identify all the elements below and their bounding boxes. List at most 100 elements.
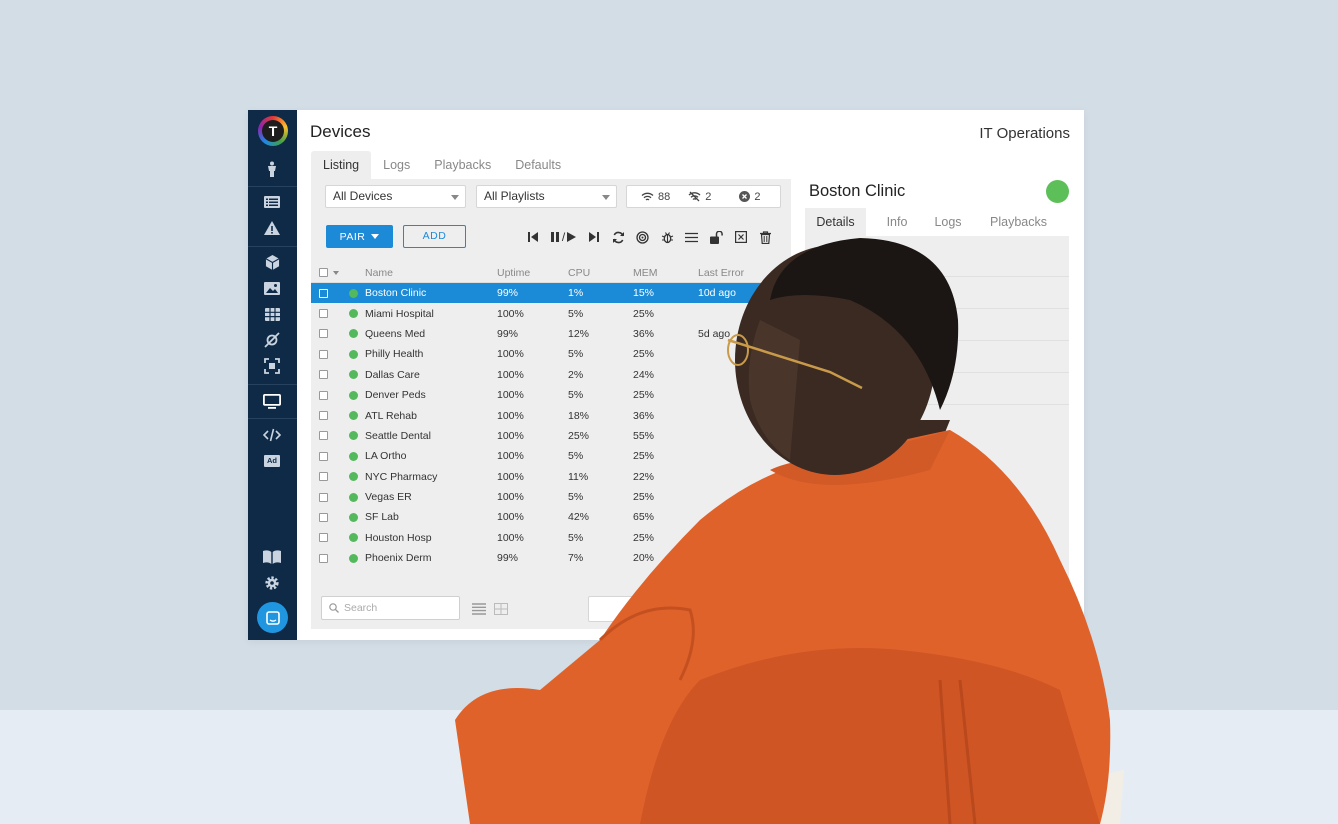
chevron-down-icon[interactable]: [333, 270, 339, 275]
playlists-filter-select[interactable]: All Playlists: [476, 185, 617, 208]
app-logo[interactable]: T: [258, 116, 288, 146]
device-name-cell[interactable]: Dallas Care: [349, 369, 497, 381]
device-name-cell[interactable]: NYC Pharmacy: [349, 471, 497, 483]
table-row[interactable]: Boston Clinic 99% 1% 15% 10d ago: [311, 283, 791, 304]
row-checkbox-cell[interactable]: [311, 533, 349, 543]
close-box-icon[interactable]: [729, 228, 754, 246]
ad-icon[interactable]: Ad: [260, 451, 284, 471]
row-checkbox[interactable]: [319, 309, 328, 319]
row-checkbox-cell[interactable]: [311, 309, 349, 319]
row-checkbox-cell[interactable]: [311, 451, 349, 461]
code-icon[interactable]: [260, 425, 284, 445]
person-icon[interactable]: [260, 159, 284, 179]
device-name-cell[interactable]: Houston Hosp: [349, 532, 497, 544]
tab-detail-logs[interactable]: Logs: [928, 208, 968, 236]
add-button[interactable]: ADD: [403, 225, 466, 248]
tab-listing[interactable]: Listing: [311, 151, 372, 179]
table-row[interactable]: Queens Med 99% 12% 36% 5d ago: [311, 324, 791, 344]
book-icon[interactable]: [260, 547, 284, 567]
device-name-cell[interactable]: Denver Peds: [349, 389, 497, 401]
device-name-cell[interactable]: Vegas ER: [349, 491, 497, 503]
skip-back-icon[interactable]: [521, 228, 546, 246]
row-checkbox[interactable]: [319, 390, 328, 400]
row-checkbox[interactable]: [319, 288, 328, 298]
table-row[interactable]: Houston Hosp 100% 5% 25%: [311, 528, 791, 548]
row-checkbox[interactable]: [319, 370, 328, 380]
target-icon[interactable]: [631, 228, 656, 246]
row-checkbox-cell[interactable]: [311, 512, 349, 522]
row-checkbox[interactable]: [319, 451, 328, 461]
row-checkbox-cell[interactable]: [311, 492, 349, 502]
table-row[interactable]: Miami Hospital 100% 5% 25%: [311, 303, 791, 323]
header-uptime[interactable]: Uptime: [497, 267, 568, 279]
offline-stat[interactable]: 2: [688, 191, 711, 203]
error-stat[interactable]: 2: [739, 191, 761, 203]
row-checkbox-cell[interactable]: [311, 553, 349, 563]
table-row[interactable]: Philly Health 100% 5% 25%: [311, 344, 791, 364]
table-row[interactable]: Denver Peds 100% 5% 25%: [311, 385, 791, 405]
device-name-cell[interactable]: SF Lab: [349, 511, 497, 523]
org-name[interactable]: IT Operations: [979, 125, 1070, 142]
tab-info[interactable]: Info: [866, 208, 928, 236]
row-checkbox-cell[interactable]: [311, 329, 349, 339]
row-checkbox[interactable]: [319, 329, 328, 339]
row-checkbox[interactable]: [319, 411, 328, 421]
trash-icon[interactable]: [753, 228, 778, 246]
select-all-checkbox[interactable]: [319, 268, 328, 277]
row-checkbox-cell[interactable]: [311, 411, 349, 421]
header-mem[interactable]: MEM: [633, 267, 698, 279]
row-checkbox-cell[interactable]: [311, 390, 349, 400]
online-stat[interactable]: 88: [641, 191, 670, 203]
tab-logs[interactable]: Logs: [371, 151, 422, 179]
warning-icon[interactable]: [260, 218, 284, 238]
chat-button[interactable]: [257, 602, 288, 633]
scan-icon[interactable]: [260, 356, 284, 376]
unlock-icon[interactable]: [704, 228, 729, 246]
tab-details[interactable]: Details: [805, 208, 866, 236]
satellite-icon[interactable]: [260, 330, 284, 350]
menu-icon[interactable]: [680, 228, 705, 246]
gear-icon[interactable]: [260, 573, 284, 593]
table-row[interactable]: Phoenix Derm 99% 7% 20%: [311, 548, 791, 568]
header-last-error[interactable]: Last Error: [698, 267, 778, 279]
row-checkbox[interactable]: [319, 431, 328, 441]
list-view-icon[interactable]: [472, 602, 486, 620]
grid-view-icon[interactable]: [494, 602, 508, 620]
row-checkbox[interactable]: [319, 349, 328, 359]
tab-defaults[interactable]: Defaults: [503, 151, 573, 179]
header-cpu[interactable]: CPU: [568, 267, 633, 279]
table-row[interactable]: SF Lab 100% 42% 65%: [311, 507, 791, 527]
device-name-cell[interactable]: Queens Med: [349, 328, 497, 340]
table-row[interactable]: Dallas Care 100% 2% 24%: [311, 365, 791, 385]
list-icon[interactable]: [260, 192, 284, 212]
refresh-icon[interactable]: [606, 228, 631, 246]
pair-button[interactable]: PAIR: [326, 225, 393, 248]
cube-icon[interactable]: [260, 252, 284, 272]
table-row[interactable]: LA Ortho 100% 5% 25%: [311, 446, 791, 466]
pagination[interactable]: [588, 596, 668, 622]
search-input[interactable]: Search: [321, 596, 460, 620]
device-name-cell[interactable]: Philly Health: [349, 348, 497, 360]
row-checkbox-cell[interactable]: [311, 349, 349, 359]
device-name-cell[interactable]: Boston Clinic: [349, 287, 497, 299]
select-all-control[interactable]: [311, 268, 349, 277]
device-name-cell[interactable]: Miami Hospital: [349, 308, 497, 320]
monitor-icon[interactable]: [260, 391, 284, 411]
grid-icon[interactable]: [260, 304, 284, 324]
row-checkbox-cell[interactable]: [311, 288, 349, 298]
row-checkbox[interactable]: [319, 472, 328, 482]
device-name-cell[interactable]: Seattle Dental: [349, 430, 497, 442]
row-checkbox-cell[interactable]: [311, 472, 349, 482]
table-row[interactable]: NYC Pharmacy 100% 11% 22%: [311, 467, 791, 487]
row-checkbox[interactable]: [319, 512, 328, 522]
device-name-cell[interactable]: LA Ortho: [349, 450, 497, 462]
devices-filter-select[interactable]: All Devices: [325, 185, 466, 208]
row-checkbox-cell[interactable]: [311, 431, 349, 441]
skip-forward-icon[interactable]: [582, 228, 607, 246]
header-name[interactable]: Name: [349, 267, 497, 279]
device-name-cell[interactable]: ATL Rehab: [349, 410, 497, 422]
device-name-cell[interactable]: Phoenix Derm: [349, 552, 497, 564]
pause-play-control[interactable]: /: [546, 228, 582, 246]
table-row[interactable]: Seattle Dental 100% 25% 55%: [311, 426, 791, 446]
tab-playbacks[interactable]: Playbacks: [422, 151, 503, 179]
